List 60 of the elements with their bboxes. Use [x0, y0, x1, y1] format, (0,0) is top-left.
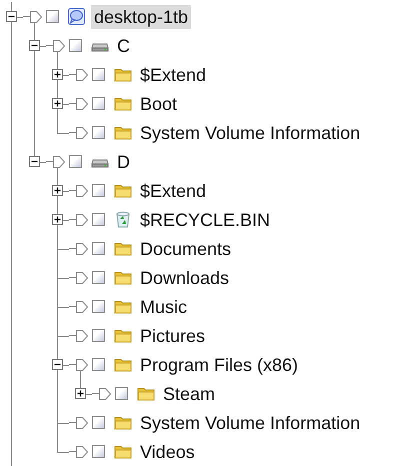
checkbox[interactable] [92, 242, 105, 255]
checkbox[interactable] [46, 10, 59, 23]
tree-item-label[interactable]: $RECYCLE.BIN [137, 208, 274, 232]
tree-item-label[interactable]: D [114, 150, 133, 174]
folder-icon [114, 96, 132, 111]
folder-icon [114, 357, 132, 372]
tree-item-label[interactable]: desktop-1tb [91, 4, 192, 28]
plus-icon [53, 99, 62, 108]
plus-icon [76, 389, 85, 398]
tree-item-label[interactable]: Downloads [137, 266, 232, 290]
expand-toggle[interactable] [52, 185, 63, 196]
checkbox[interactable] [92, 68, 105, 81]
checkbox[interactable] [92, 300, 105, 313]
tree-item-label[interactable]: System Volume Information [137, 120, 364, 144]
checkbox[interactable] [92, 126, 105, 139]
checkbox[interactable] [92, 358, 105, 371]
folder-icon [114, 125, 132, 140]
tree-item-label[interactable]: System Volume Information [137, 410, 364, 434]
checkbox[interactable] [92, 271, 105, 284]
checkbox[interactable] [92, 416, 105, 429]
plus-icon [53, 186, 62, 195]
collapse-toggle[interactable] [29, 156, 40, 167]
tree-item-label[interactable]: Music [137, 294, 190, 318]
expand-toggle[interactable] [52, 214, 63, 225]
folder-icon [114, 415, 132, 430]
tree-item-label[interactable]: $Extend [137, 62, 210, 86]
checkbox[interactable] [69, 39, 82, 52]
checkbox[interactable] [92, 97, 105, 110]
folder-icon [114, 241, 132, 256]
recycle-bin-icon [114, 211, 130, 228]
expand-toggle[interactable] [52, 98, 63, 109]
expand-toggle[interactable] [75, 388, 86, 399]
folder-icon [114, 67, 132, 82]
tree-item-label[interactable]: Videos [137, 440, 198, 464]
folder-icon [114, 183, 132, 198]
checkbox[interactable] [92, 329, 105, 342]
checkbox[interactable] [115, 387, 128, 400]
tree-item-label[interactable]: Steam [160, 382, 218, 406]
tree-item-label[interactable]: Boot [137, 92, 180, 116]
folder-icon [114, 299, 132, 314]
tree-item-label[interactable]: C [114, 34, 133, 58]
tree-item-label[interactable]: Documents [137, 236, 234, 260]
collapse-toggle[interactable] [29, 40, 40, 51]
checkbox[interactable] [92, 213, 105, 226]
tree-item-label[interactable]: Pictures [137, 324, 208, 348]
plus-icon [53, 215, 62, 224]
collapse-toggle[interactable] [6, 11, 17, 22]
checkbox[interactable] [69, 155, 82, 168]
checkbox[interactable] [92, 445, 105, 458]
checkbox[interactable] [92, 184, 105, 197]
folder-icon [114, 270, 132, 285]
folder-icon [114, 328, 132, 343]
folder-icon [136, 386, 154, 401]
tree-item-label[interactable]: $Extend [137, 178, 210, 202]
folder-icon [114, 444, 132, 459]
speech-bubble-icon [68, 8, 85, 25]
plus-icon [53, 70, 62, 79]
expand-toggle[interactable] [52, 69, 63, 80]
tree-item-label[interactable]: Program Files (x86) [137, 352, 302, 376]
collapse-toggle[interactable] [52, 359, 63, 370]
